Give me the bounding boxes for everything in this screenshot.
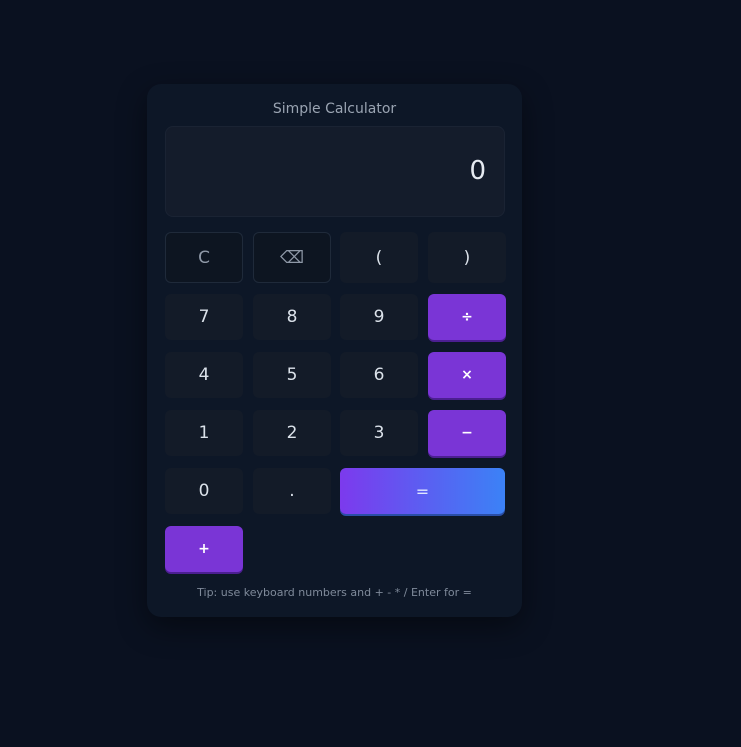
equals-button[interactable]: =: [340, 468, 505, 514]
open-paren-button[interactable]: (: [340, 232, 418, 283]
digit-4-button[interactable]: 4: [165, 352, 243, 398]
plus-button[interactable]: +: [165, 526, 243, 572]
digit-8-button[interactable]: 8: [253, 294, 331, 340]
digit-7-button[interactable]: 7: [165, 294, 243, 340]
digit-2-button[interactable]: 2: [253, 410, 331, 456]
calculator-display: 0: [165, 126, 505, 217]
backspace-button[interactable]: ⌫: [253, 232, 331, 283]
digit-0-button[interactable]: 0: [165, 468, 243, 514]
calculator-title: Simple Calculator: [272, 101, 397, 117]
digit-1-button[interactable]: 1: [165, 410, 243, 456]
keyboard-tip: Tip: use keyboard numbers and + - * / En…: [197, 586, 472, 599]
clear-button[interactable]: C: [165, 232, 243, 283]
calculator-card: Simple Calculator 0 C ⌫ ( ) 7 8 9 ÷ 4 5 …: [147, 84, 522, 617]
decimal-point-button[interactable]: .: [253, 468, 331, 514]
digit-9-button[interactable]: 9: [340, 294, 418, 340]
multiply-button[interactable]: ×: [428, 352, 506, 398]
digit-6-button[interactable]: 6: [340, 352, 418, 398]
close-paren-button[interactable]: ): [428, 232, 506, 283]
minus-button[interactable]: −: [428, 410, 506, 456]
digit-5-button[interactable]: 5: [253, 352, 331, 398]
digit-3-button[interactable]: 3: [340, 410, 418, 456]
divide-button[interactable]: ÷: [428, 294, 506, 340]
